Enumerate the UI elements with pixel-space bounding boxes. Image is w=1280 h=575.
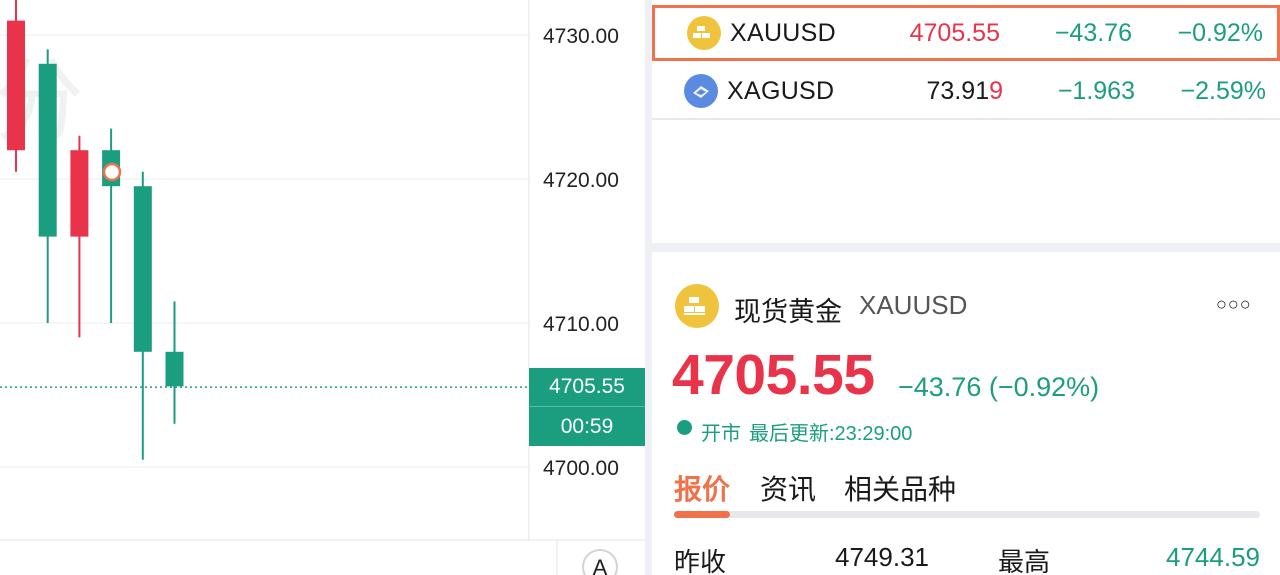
candle [102,128,121,323]
candle [165,301,184,424]
candlestick-chart[interactable]: 分 4730.00 4720.00 4710.00 4700.00 4705.5… [0,0,645,575]
candle [38,49,57,323]
price-last-digit: 9 [989,76,1003,105]
watchlist-change-percent: −2.59% [1180,76,1267,105]
alert-marker-icon[interactable] [102,162,122,182]
watchlist-symbol: XAGUSD [727,76,835,105]
candle-body [165,351,184,387]
silver-bars-icon [684,74,718,108]
gold-bars-icon [675,284,719,328]
gold-bars-icon [687,16,721,50]
tab-quote[interactable]: 报价 [674,468,730,508]
section-divider[interactable] [652,243,1280,252]
tab-news[interactable]: 资讯 [760,468,816,508]
last-updated: 最后更新:23:29:00 [749,423,913,445]
market-status: 开市 [701,423,741,445]
watchlist-row-xagusd[interactable]: XAGUSD 73.919 −1.963 −2.59% [652,63,1280,119]
last-price-label: 4705.55 [529,368,645,406]
candle-body [133,186,152,352]
watchlist-row-xauusd[interactable]: XAUUSD 4705.55 −43.76 −0.92% [652,5,1280,61]
axis-label-4730: 4730.00 [543,25,619,48]
candle-countdown: 00:59 [529,406,645,446]
chart-canvas[interactable]: 分 4730.00 4720.00 4710.00 4700.00 [0,0,645,575]
price-change: −43.76 (−0.92%) [898,372,1100,402]
watchlist-change: −1.963 [1057,76,1135,105]
current-price: 4705.55 [672,343,875,407]
candle [70,135,89,338]
tab-track [674,511,1260,518]
high-label: 最高 [998,547,1051,575]
axis-label-4700: 4700.00 [543,457,619,480]
axis-label-4720: 4720.00 [543,169,619,192]
tab-indicator [674,511,730,518]
watchlist-symbol: XAUUSD [730,18,836,47]
more-icon[interactable]: ○○○ [1216,294,1252,315]
panel-divider[interactable] [645,0,652,575]
instrument-symbol: XAUUSD [859,290,968,320]
price-main: 73.91 [926,76,990,105]
watchlist-price: 73.919 [927,77,1003,106]
candle-body [70,150,89,237]
prev-close-label: 昨收 [674,547,727,575]
chart-grid [0,0,645,575]
watchlist-separator [652,118,1280,120]
watchlist: XAUUSD 4705.55 −43.76 −0.92% XAGUSD 73.9… [652,0,1280,243]
instrument-name: 现货黄金 [734,297,842,327]
watchlist-change-percent: −0.92% [1177,18,1264,47]
candle-body [7,20,25,151]
candle [133,171,152,460]
tab-related[interactable]: 相关品种 [844,468,956,508]
high-value: 4744.59 [1166,542,1260,572]
axis-label-4710: 4710.00 [543,313,619,336]
watchlist-price: 4705.55 [909,18,1000,47]
candle [7,0,25,172]
watchlist-change: −43.76 [1054,18,1132,47]
market-status-dot [677,420,692,435]
prev-close-value: 4749.31 [835,542,929,572]
instrument-detail: 现货黄金 XAUUSD ○○○ 4705.55 −43.76 (−0.92%) … [652,252,1280,575]
candle-body [38,63,57,237]
